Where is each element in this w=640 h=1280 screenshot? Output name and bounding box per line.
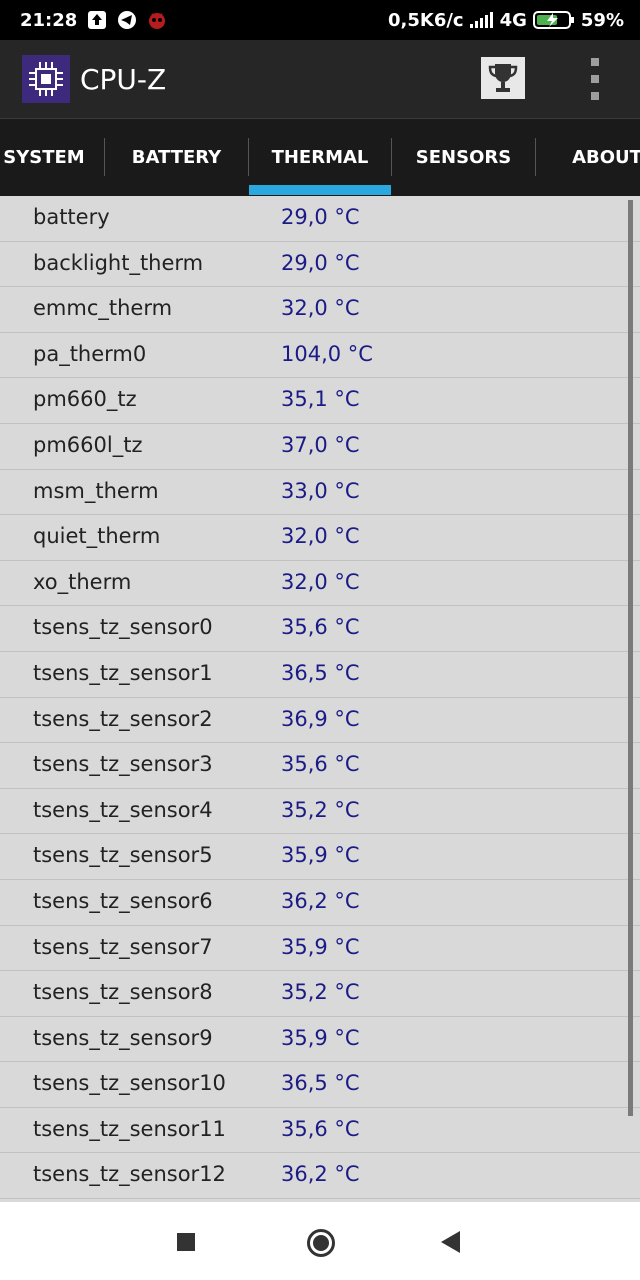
sensor-value: 35,9 °C [281,934,360,959]
list-item: msm_therm 33,0 °C [0,470,640,516]
tab-battery[interactable]: BATTERY [105,119,248,196]
tab-system[interactable]: SYSTEM [0,119,104,196]
tab-sensors[interactable]: SENSORS [392,119,535,196]
sensor-value: 36,2 °C [281,1162,360,1187]
list-item: tsens_tz_sensor12 36,2 °C [0,1153,640,1200]
list-item: tsens_tz_sensor10 36,5 °C [0,1062,640,1108]
list-item: pm660l_tz 37,0 °C [0,424,640,470]
overflow-menu-icon[interactable] [580,58,610,100]
sensor-value: 35,1 °C [281,387,360,412]
game-icon [147,10,167,30]
sensor-name: xo_therm [33,569,132,594]
sensor-value: 32,0 °C [281,569,360,594]
list-item: tsens_tz_sensor4 35,2 °C [0,789,640,835]
sensor-value: 35,6 °C [281,752,360,777]
list-item: pa_therm0 104,0 °C [0,333,640,379]
sensor-name: tsens_tz_sensor4 [33,797,213,822]
sensor-name: tsens_tz_sensor9 [33,1025,213,1050]
network-type: 4G [499,9,527,31]
sensor-value: 33,0 °C [281,478,360,503]
list-item: tsens_tz_sensor11 35,6 °C [0,1108,640,1154]
scrollbar[interactable] [628,200,633,1116]
signal-icon [469,12,494,28]
app-title: CPU-Z [80,62,167,96]
battery-charging-icon [532,10,575,30]
sensor-value: 36,5 °C [281,1071,360,1096]
sensor-name: tsens_tz_sensor3 [33,752,213,777]
sensor-value: 32,0 °C [281,524,360,549]
sensor-name: msm_therm [33,478,159,503]
sensor-name: tsens_tz_sensor10 [33,1071,226,1096]
sensor-name: tsens_tz_sensor1 [33,660,213,685]
sensor-name: tsens_tz_sensor11 [33,1116,226,1141]
recents-icon[interactable] [177,1233,195,1251]
list-item: tsens_tz_sensor0 35,6 °C [0,606,640,652]
back-icon[interactable] [441,1231,460,1253]
list-item: tsens_tz_sensor2 36,9 °C [0,698,640,744]
sensor-value: 35,6 °C [281,1116,360,1141]
list-item: battery 29,0 °C [0,196,640,242]
network-speed: 0,5K6/c [387,9,464,31]
sensor-value: 29,0 °C [281,250,360,275]
telegram-icon [117,10,137,30]
status-bar: 21:28 0,5K6/c 4G 59% [0,0,640,40]
list-item: backlight_therm 29,0 °C [0,242,640,288]
sensor-name: backlight_therm [33,250,204,275]
sensor-value: 32,0 °C [281,296,360,321]
sensor-name: emmc_therm [33,296,173,321]
list-item: tsens_tz_sensor3 35,6 °C [0,743,640,789]
trophy-icon[interactable] [481,57,525,99]
sensor-value: 104,0 °C [281,341,373,366]
list-item: tsens_tz_sensor1 36,5 °C [0,652,640,698]
list-item: emmc_therm 32,0 °C [0,287,640,333]
sensor-value: 35,9 °C [281,843,360,868]
sensor-name: quiet_therm [33,524,161,549]
sensor-name: tsens_tz_sensor7 [33,934,213,959]
sensor-value: 36,2 °C [281,888,360,913]
status-time: 21:28 [20,9,78,31]
home-icon[interactable] [307,1229,335,1257]
list-item: pm660_tz 35,1 °C [0,378,640,424]
list-item: xo_therm 32,0 °C [0,561,640,607]
sensor-value: 29,0 °C [281,205,360,229]
sensor-name: pm660l_tz [33,432,143,457]
sensor-value: 37,0 °C [281,432,360,457]
upload-icon [87,10,107,30]
sensor-name: tsens_tz_sensor2 [33,706,213,731]
sensor-value: 36,9 °C [281,706,360,731]
navigation-bar [0,1202,640,1280]
sensor-value: 35,9 °C [281,1025,360,1050]
app-bar: CPU-Z [0,40,640,119]
sensor-name: pa_therm0 [33,341,147,366]
battery-percent: 59% [580,9,624,31]
list-item: tsens_tz_sensor8 35,2 °C [0,971,640,1017]
active-tab-indicator [249,185,391,195]
tab-about[interactable]: ABOUT [536,119,640,196]
list-item: tsens_tz_sensor7 35,9 °C [0,926,640,972]
list-item: quiet_therm 32,0 °C [0,515,640,561]
sensor-value: 35,2 °C [281,797,360,822]
list-item: tsens_tz_sensor5 35,9 °C [0,834,640,880]
cpu-chip-icon [22,55,70,103]
sensor-value: 35,6 °C [281,615,360,640]
sensor-name: tsens_tz_sensor12 [33,1162,226,1187]
sensor-value: 35,2 °C [281,980,360,1005]
sensor-name: tsens_tz_sensor8 [33,980,213,1005]
sensor-name: tsens_tz_sensor6 [33,888,213,913]
sensor-name: tsens_tz_sensor5 [33,843,213,868]
sensor-name: tsens_tz_sensor0 [33,615,213,640]
sensor-name: pm660_tz [33,387,137,412]
sensor-value: 36,5 °C [281,660,360,685]
list-item: tsens_tz_sensor6 36,2 °C [0,880,640,926]
sensor-name: battery [33,205,110,229]
list-item: tsens_tz_sensor9 35,9 °C [0,1017,640,1063]
thermal-list[interactable]: battery 29,0 °C backlight_therm 29,0 °C emmc… [0,196,640,1200]
